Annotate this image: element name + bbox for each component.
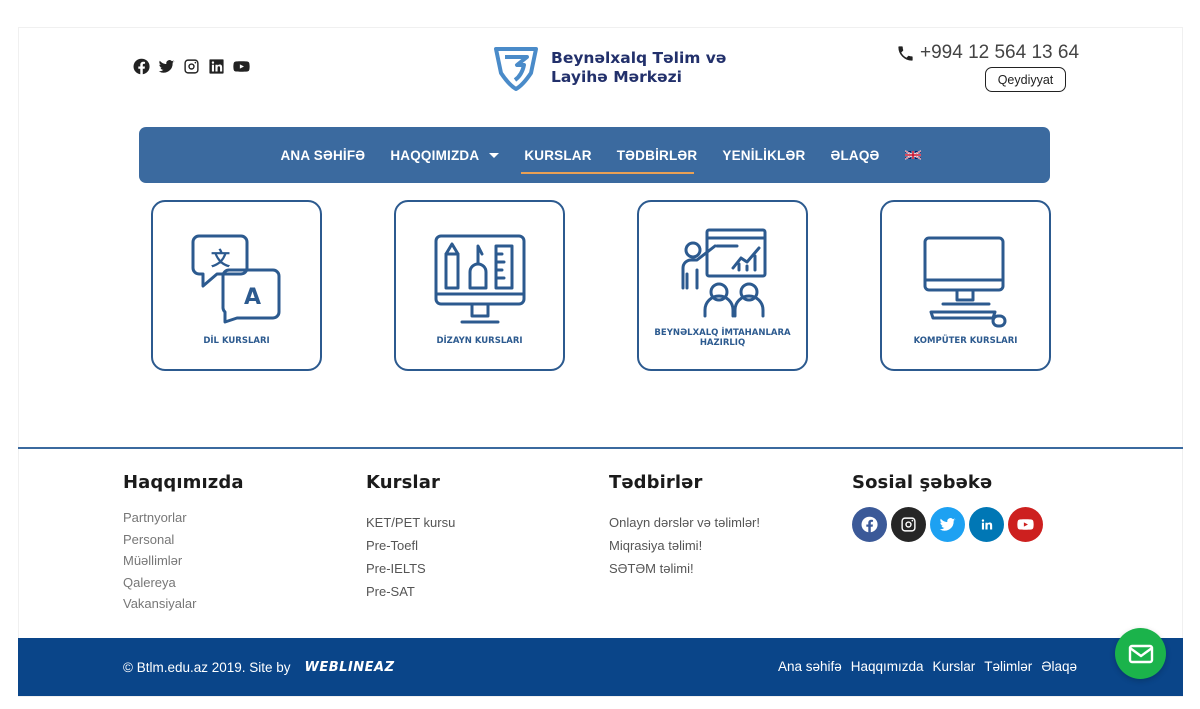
logo-line2: Layihə Mərkəzi bbox=[551, 68, 682, 86]
nav-item-label: YENİLİKLƏR bbox=[722, 147, 806, 163]
footer-link[interactable]: Onlayn dərslər və təlimlər! bbox=[609, 515, 760, 530]
footer-about-title: Haqqımızda bbox=[123, 472, 244, 493]
bottom-link-about[interactable]: Haqqımızda bbox=[851, 659, 924, 674]
youtube-icon[interactable] bbox=[233, 58, 250, 75]
youtube-icon[interactable] bbox=[1008, 507, 1043, 542]
nav-item-about[interactable]: HAQQIMIZDA bbox=[386, 127, 503, 183]
envelope-icon bbox=[1128, 644, 1153, 663]
footer-about: Haqqımızda Partnyorlar Personal Müəlliml… bbox=[123, 472, 244, 615]
facebook-icon[interactable] bbox=[852, 507, 887, 542]
nav-item-label: ANA SƏHİFƏ bbox=[280, 147, 366, 163]
footer-link[interactable]: Miqrasiya təlimi! bbox=[609, 538, 702, 553]
header-phone[interactable]: +994 12 564 13 64 bbox=[896, 42, 1079, 64]
presentation-icon bbox=[681, 228, 766, 318]
nav-item-label: KURSLAR bbox=[524, 147, 592, 163]
card-language-courses[interactable]: 文 A DİL KURSLARI bbox=[151, 200, 322, 371]
nav-item-contact[interactable]: ƏLAQƏ bbox=[826, 127, 883, 183]
footer-link[interactable]: SƏTƏM təlimi! bbox=[609, 561, 694, 576]
register-button[interactable]: Qeydiyyat bbox=[985, 67, 1066, 92]
footer-courses: Kurslar KET/PET kursu Pre-Toefl Pre-IELT… bbox=[366, 472, 455, 603]
bottom-link-home[interactable]: Ana səhifə bbox=[778, 659, 842, 674]
bottom-nav: Ana səhifə Haqqımızda Kurslar Təlimlər Ə… bbox=[778, 659, 1077, 674]
chevron-down-icon bbox=[489, 152, 500, 158]
bottom-link-contact[interactable]: Əlaqə bbox=[1041, 659, 1077, 674]
footer-link[interactable]: Partnyorlar bbox=[123, 510, 187, 525]
twitter-icon[interactable] bbox=[158, 58, 175, 75]
card-design-courses[interactable]: DİZAYN KURSLARI bbox=[394, 200, 565, 371]
footer-courses-title: Kurslar bbox=[366, 472, 440, 493]
computer-icon bbox=[923, 236, 1006, 328]
logo-line1: Beynəlxalq Təlim və bbox=[551, 49, 727, 67]
mail-contact-button[interactable] bbox=[1115, 628, 1166, 679]
bottom-link-trainings[interactable]: Təlimlər bbox=[984, 659, 1032, 674]
footer-link[interactable]: Pre-SAT bbox=[366, 584, 415, 599]
phone-number: +994 12 564 13 64 bbox=[920, 42, 1080, 63]
footer-social: Sosial şəbəkə bbox=[852, 472, 1043, 542]
phone-icon bbox=[898, 45, 913, 61]
card-computer-courses[interactable]: KOMPÜTER KURSLARI bbox=[880, 200, 1051, 371]
main-nav: ANA SƏHİFƏ HAQQIMIZDA KURSLAR TƏDBİRLƏR … bbox=[139, 127, 1050, 183]
bottom-bar: © Btlm.edu.az 2019. Site by WEBLINEAZ An… bbox=[18, 638, 1183, 696]
linkedin-icon[interactable] bbox=[969, 507, 1004, 542]
weblineaz-logo[interactable]: WEBLINEAZ bbox=[305, 660, 395, 675]
instagram-icon[interactable] bbox=[891, 507, 926, 542]
site-logo[interactable]: Beynəlxalq Təlim və Layihə Mərkəzi bbox=[493, 45, 726, 91]
footer-events: Tədbirlər Onlayn dərslər və təlimlər! Mi… bbox=[609, 472, 760, 580]
instagram-icon[interactable] bbox=[183, 58, 200, 75]
footer-link[interactable]: Pre-Toefl bbox=[366, 538, 418, 553]
logo-text: Beynəlxalq Təlim və Layihə Mərkəzi bbox=[551, 49, 726, 87]
linkedin-icon[interactable] bbox=[208, 58, 225, 75]
svg-text:A: A bbox=[244, 285, 261, 310]
footer-link[interactable]: Pre-IELTS bbox=[366, 561, 426, 576]
nav-active-underline bbox=[521, 172, 694, 174]
footer-link[interactable]: KET/PET kursu bbox=[366, 515, 455, 530]
nav-item-label: HAQQIMIZDA bbox=[390, 147, 480, 163]
facebook-icon[interactable] bbox=[133, 58, 150, 75]
nav-item-label: ƏLAQƏ bbox=[830, 147, 880, 163]
nav-item-home[interactable]: ANA SƏHİFƏ bbox=[276, 127, 369, 183]
card-label: DİZAYN KURSLARI bbox=[436, 336, 523, 346]
footer-social-title: Sosial şəbəkə bbox=[852, 472, 993, 493]
svg-text:文: 文 bbox=[211, 247, 231, 270]
card-label: KOMPÜTER KURSLARI bbox=[913, 336, 1018, 346]
footer-link[interactable]: Qalereya bbox=[123, 575, 176, 590]
card-exam-preparation[interactable]: BEYNƏLXALQ İMTAHANLARA HAZIRLIQ bbox=[637, 200, 808, 371]
footer-events-title: Tədbirlər bbox=[609, 472, 703, 493]
copyright-text: © Btlm.edu.az 2019. Site by bbox=[123, 660, 291, 675]
language-translate-icon: 文 A bbox=[191, 234, 280, 324]
language-switch[interactable] bbox=[901, 127, 925, 183]
bottom-link-courses[interactable]: Kurslar bbox=[933, 659, 976, 674]
copyright: © Btlm.edu.az 2019. Site by WEBLINEAZ bbox=[123, 660, 395, 675]
footer-link[interactable]: Müəllimlər bbox=[123, 553, 182, 568]
design-tools-icon bbox=[434, 234, 525, 324]
footer-link[interactable]: Vakansiyalar bbox=[123, 596, 196, 611]
twitter-icon[interactable] bbox=[930, 507, 965, 542]
logo-shield-icon bbox=[494, 47, 538, 91]
footer-link[interactable]: Personal bbox=[123, 532, 174, 547]
uk-flag-icon bbox=[904, 150, 921, 160]
header-social-links bbox=[133, 58, 250, 75]
card-label: DİL KURSLARI bbox=[203, 336, 270, 346]
card-label: BEYNƏLXALQ İMTAHANLARA HAZIRLIQ bbox=[654, 328, 791, 348]
nav-item-events[interactable]: TƏDBİRLƏR bbox=[613, 127, 702, 183]
nav-item-label: TƏDBİRLƏR bbox=[616, 147, 698, 163]
section-divider bbox=[18, 447, 1183, 449]
nav-item-news[interactable]: YENİLİKLƏR bbox=[718, 127, 809, 183]
nav-item-courses[interactable]: KURSLAR bbox=[520, 127, 595, 183]
